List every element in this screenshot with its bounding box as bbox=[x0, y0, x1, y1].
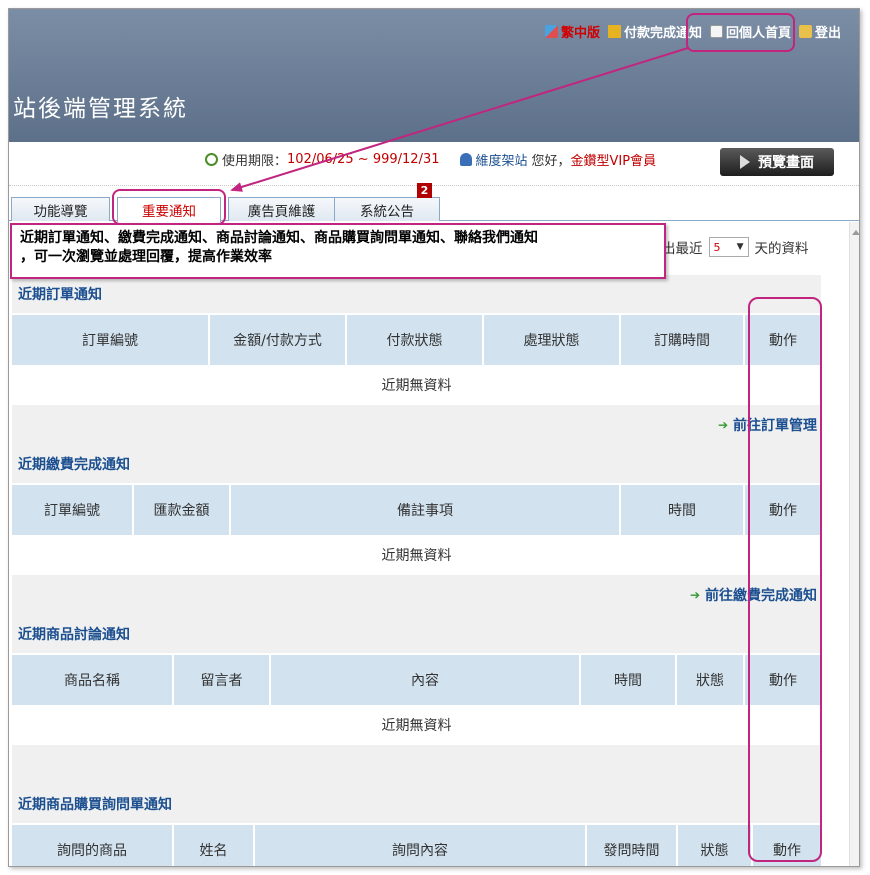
discussions-empty-row: 近期無資料 bbox=[12, 705, 821, 745]
arrow-right-icon: ➔ bbox=[717, 418, 728, 432]
callout-line-1: 近期訂單通知、繳費完成通知、商品討論通知、商品購買詢問單通知、聯絡我們通知 bbox=[20, 230, 538, 246]
language-icon bbox=[544, 25, 558, 38]
column-header: 付款狀態 bbox=[347, 315, 484, 365]
column-header: 狀態 bbox=[678, 825, 753, 866]
site-title: 站後端管理系統 bbox=[13, 96, 188, 122]
payments-link-row: ➔ 前往繳費完成通知 bbox=[12, 575, 821, 615]
orders-header-row: 訂單編號 金額/付款方式 付款狀態 處理狀態 訂購時間 動作 bbox=[12, 315, 821, 365]
inquiries-header-row: 詢問的商品 姓名 詢問內容 發問時間 狀態 動作 bbox=[12, 825, 821, 866]
tab-system-announcements[interactable]: 系統公告 bbox=[334, 197, 440, 221]
orders-link-row: ➔ 前往訂單管理 bbox=[12, 405, 821, 445]
logout-label: 登出 bbox=[814, 26, 841, 41]
app-window: 繁中版 付款完成通知 回個人首頁 登出 站後端管理系統 使用期限： 102/06… bbox=[8, 8, 860, 867]
payments-empty-row: 近期無資料 bbox=[12, 535, 821, 575]
column-header: 詢問內容 bbox=[255, 825, 587, 866]
info-bar: 使用期限： 102/06/25 ~ 999/12/31 維度架站 您好， 金鑽型… bbox=[9, 142, 859, 186]
days-filter-suffix: 天的資料 bbox=[754, 241, 809, 257]
period-label: 使用期限： bbox=[222, 154, 288, 169]
payments-section-title: 近期繳費完成通知 bbox=[12, 445, 821, 483]
column-header: 訂單編號 bbox=[12, 485, 134, 535]
column-header: 訂購時間 bbox=[621, 315, 745, 365]
highlight-action-column bbox=[748, 297, 822, 862]
orders-empty-row: 近期無資料 bbox=[12, 365, 821, 405]
highlight-important-tab bbox=[112, 189, 226, 225]
column-header: 時間 bbox=[621, 485, 745, 535]
announcement-count-badge: 2 bbox=[417, 183, 432, 198]
column-header: 內容 bbox=[271, 655, 581, 705]
callout-line-2: ，可一次瀏覽並處理回覆，提高作業效率 bbox=[20, 249, 272, 265]
column-header: 發問時間 bbox=[587, 825, 678, 866]
user-icon bbox=[459, 153, 472, 166]
chevron-down-icon: ▼ bbox=[736, 242, 744, 252]
site-name[interactable]: 維度架站 bbox=[476, 150, 528, 169]
discussions-header-row: 商品名稱 留言者 內容 時間 狀態 動作 bbox=[12, 655, 821, 705]
scroll-up-arrow-icon[interactable] bbox=[852, 230, 859, 235]
logout-icon bbox=[798, 25, 812, 38]
orders-section-title: 近期訂單通知 bbox=[12, 275, 821, 313]
annotation-callout: 近期訂單通知、繳費完成通知、商品討論通知、商品購買詢問單通知、聯絡我們通知 ，可… bbox=[10, 223, 666, 279]
preview-button-label: 預覽畫面 bbox=[758, 155, 814, 171]
coins-icon bbox=[607, 25, 621, 38]
inquiries-section-title: 近期商品購買詢問單通知 bbox=[12, 785, 821, 823]
column-header: 留言者 bbox=[174, 655, 271, 705]
lang-label: 繁中版 bbox=[560, 26, 600, 41]
play-icon bbox=[740, 155, 750, 169]
greeting: 您好， bbox=[531, 154, 571, 169]
column-header: 金額/付款方式 bbox=[210, 315, 347, 365]
tab-ad-page[interactable]: 廣告頁維護 bbox=[228, 197, 335, 221]
lang-switch[interactable]: 繁中版 bbox=[544, 22, 600, 41]
discussions-footer-row bbox=[12, 745, 821, 785]
column-header: 訂單編號 bbox=[12, 315, 210, 365]
logout-link[interactable]: 登出 bbox=[798, 22, 841, 41]
column-header: 備註事項 bbox=[231, 485, 621, 535]
clock-icon bbox=[205, 153, 218, 166]
vertical-scrollbar[interactable] bbox=[849, 222, 859, 866]
period-value: 102/06/25 ~ 999/12/31 bbox=[287, 152, 440, 167]
account-info: 使用期限： 102/06/25 ~ 999/12/31 維度架站 您好， 金鑽型… bbox=[205, 150, 656, 169]
days-filter-prefix: 出最近 bbox=[662, 241, 703, 257]
column-header: 狀態 bbox=[677, 655, 745, 705]
discussions-section-title: 近期商品討論通知 bbox=[12, 615, 821, 653]
tab-feature-guide[interactable]: 功能導覽 bbox=[11, 197, 110, 221]
notifications-panel: 出最近 5 ▼ 天的資料 近期訂單通知 訂單編號 金額/付款方式 付款狀態 處理… bbox=[12, 222, 824, 866]
column-header: 處理狀態 bbox=[484, 315, 621, 365]
member-level: 金鑽型VIP會員 bbox=[570, 154, 657, 169]
column-header: 詢問的商品 bbox=[12, 825, 174, 866]
days-filter: 出最近 5 ▼ 天的資料 bbox=[662, 237, 809, 257]
column-header: 商品名稱 bbox=[12, 655, 174, 705]
column-header: 匯款金額 bbox=[134, 485, 231, 535]
column-header: 姓名 bbox=[174, 825, 255, 866]
highlight-personal-home bbox=[686, 13, 795, 52]
days-select[interactable]: 5 ▼ bbox=[708, 237, 749, 257]
column-header: 時間 bbox=[581, 655, 677, 705]
payments-header-row: 訂單編號 匯款金額 備註事項 時間 動作 bbox=[12, 485, 821, 535]
days-select-value: 5 bbox=[713, 240, 721, 254]
arrow-right-icon: ➔ bbox=[689, 588, 700, 602]
preview-button[interactable]: 預覽畫面 bbox=[720, 148, 834, 176]
